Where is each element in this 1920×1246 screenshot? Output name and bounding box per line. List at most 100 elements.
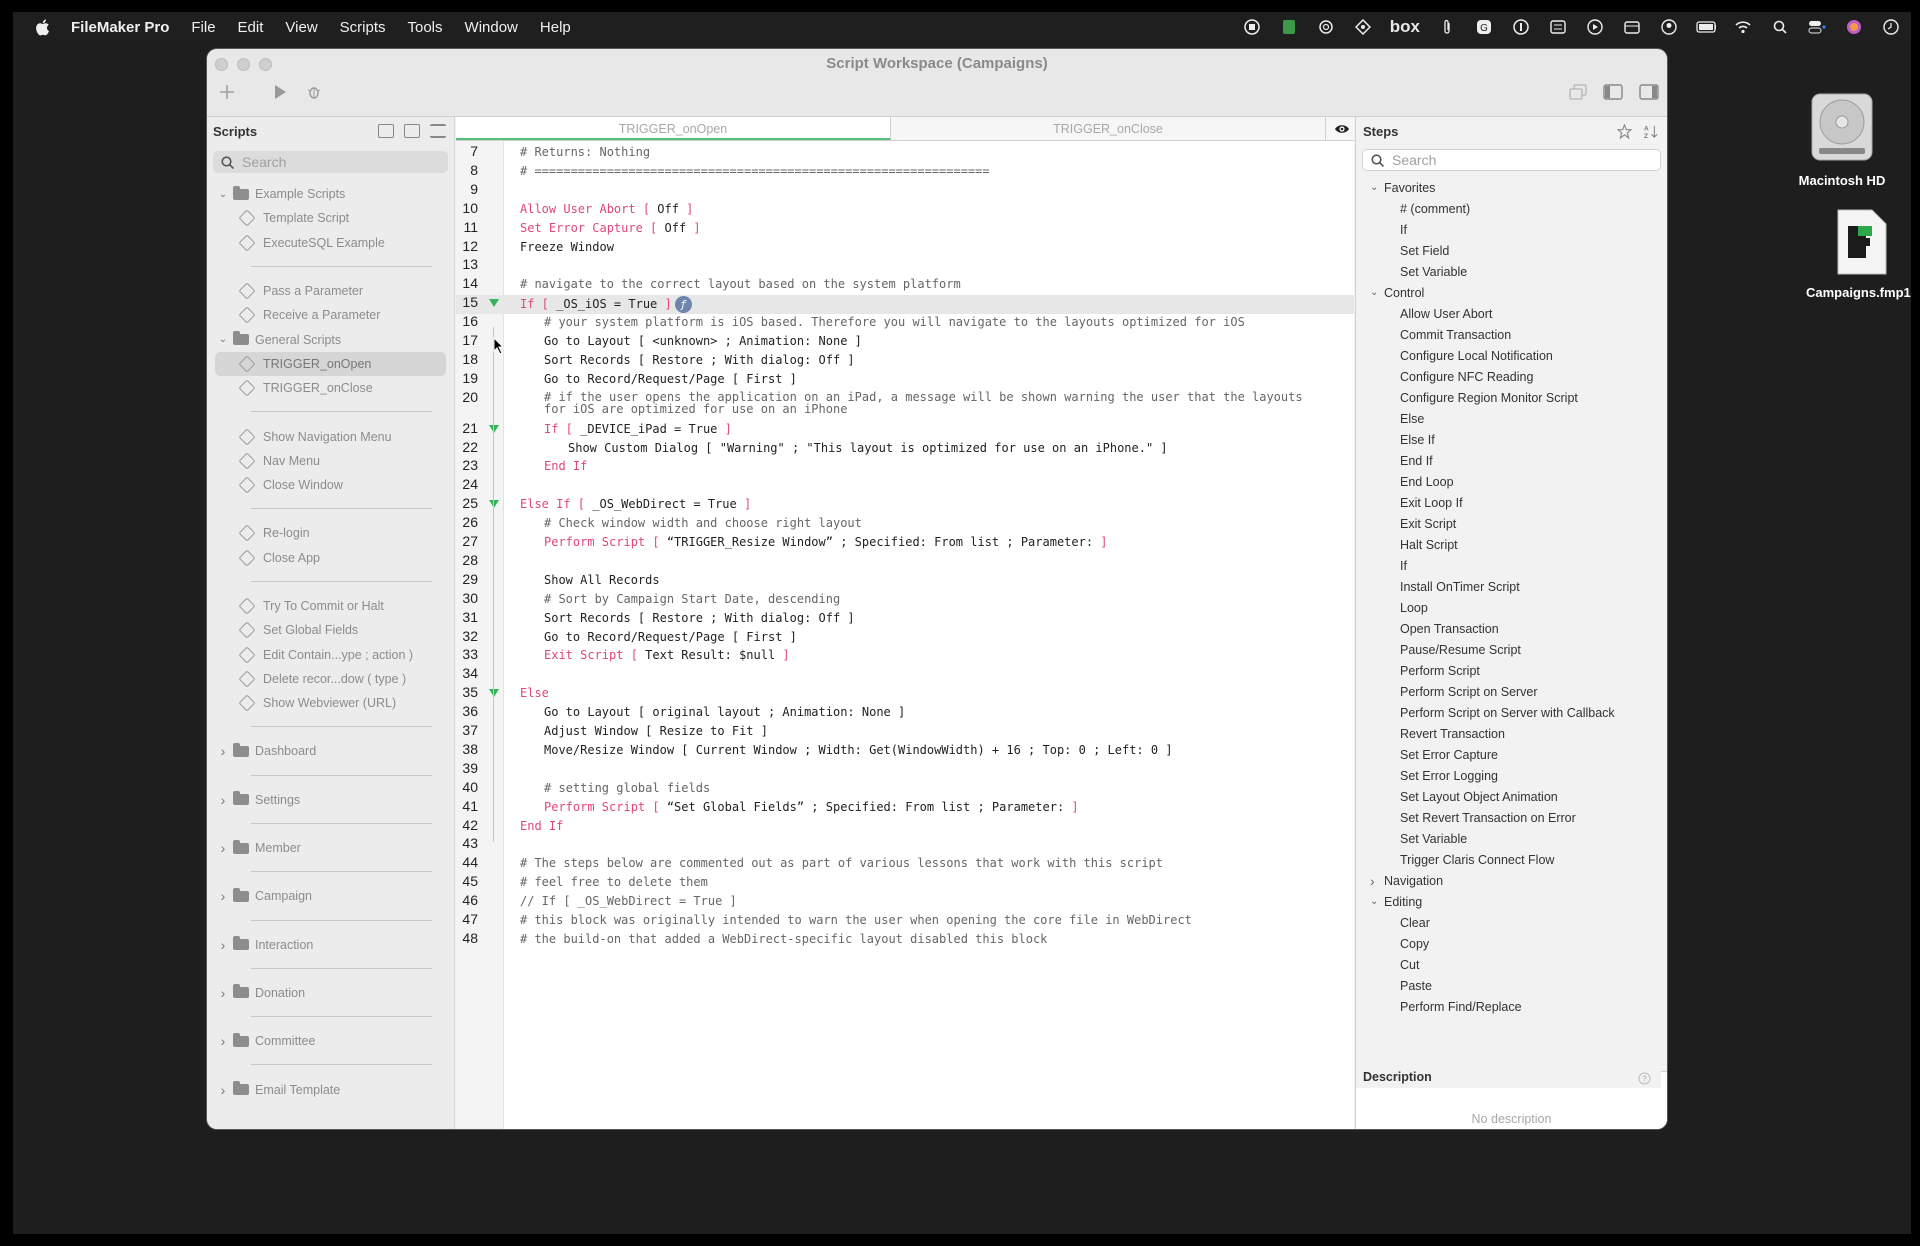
chevron-right-icon[interactable]: › [217, 1033, 229, 1049]
step-category[interactable]: ⌄ Favorites [1356, 177, 1667, 198]
step-item[interactable]: Revert Transaction [1356, 723, 1667, 744]
step-item[interactable]: Trigger Claris Connect Flow [1356, 849, 1667, 870]
disclosure-triangle-icon[interactable] [489, 424, 499, 433]
code-line[interactable]: 32 Go to Record/Request/Page [ First ] [456, 628, 1354, 648]
function-badge-icon[interactable]: ƒ [674, 296, 692, 314]
script-folder[interactable]: › Dashboard [207, 739, 454, 763]
code-line[interactable]: 47 # this block was originally intended t… [456, 911, 1354, 931]
script-item[interactable]: Template Script [207, 206, 454, 230]
step-item[interactable]: Paste [1356, 975, 1667, 996]
step-item[interactable]: Perform Script on Server [1356, 681, 1667, 702]
script-item[interactable]: Pass a Parameter [207, 279, 454, 303]
battery-icon[interactable] [1696, 18, 1716, 36]
script-item[interactable]: ExecuteSQL Example [207, 231, 454, 255]
step-item[interactable]: Commit Transaction [1356, 324, 1667, 345]
menu-window[interactable]: Window [465, 19, 518, 36]
code-line[interactable]: 23 End If [456, 457, 1354, 477]
code-line[interactable]: 20 # if the user opens the application on… [456, 389, 1354, 421]
step-item[interactable]: Perform Script [1356, 660, 1667, 681]
code-line[interactable]: 30 # Sort by Campaign Start Date, descend… [456, 590, 1354, 610]
script-folder[interactable]: › Settings [207, 788, 454, 812]
code-line[interactable]: 13 [456, 256, 1354, 276]
calendar-icon[interactable] [1622, 18, 1642, 36]
play-circle-icon[interactable] [1585, 18, 1605, 36]
clock-icon[interactable] [1881, 18, 1901, 36]
step-item[interactable]: Clear [1356, 912, 1667, 933]
step-item[interactable]: End If [1356, 450, 1667, 471]
code-line[interactable]: 27 Perform Script [ “TRIGGER_Resize Windo… [456, 533, 1354, 553]
keyboard-app-icon[interactable] [1548, 18, 1568, 36]
step-item[interactable]: Perform Find/Replace [1356, 996, 1667, 1017]
code-line[interactable]: 24 [456, 476, 1354, 496]
list-options-icon[interactable] [430, 124, 446, 138]
menu-tools[interactable]: Tools [408, 19, 443, 36]
menu-edit[interactable]: Edit [238, 19, 264, 36]
code-line[interactable]: 43 [456, 835, 1354, 855]
help-icon[interactable]: ? [1638, 1072, 1651, 1085]
chevron-right-icon[interactable]: › [217, 888, 229, 904]
menu-view[interactable]: View [285, 19, 317, 36]
chevron-right-icon[interactable]: › [1370, 873, 1384, 889]
step-item[interactable]: Open Transaction [1356, 618, 1667, 639]
menu-file[interactable]: File [191, 19, 215, 36]
step-item[interactable]: Allow User Abort [1356, 303, 1667, 324]
code-line[interactable]: 28 [456, 552, 1354, 572]
chevron-right-icon[interactable]: › [217, 1082, 229, 1098]
siri-icon[interactable] [1844, 18, 1864, 36]
apple-menu-icon[interactable] [31, 16, 53, 38]
step-item[interactable]: Install OnTimer Script [1356, 576, 1667, 597]
code-line[interactable]: 45 # feel free to delete them [456, 873, 1354, 893]
sort-az-icon[interactable]: AZ [1644, 124, 1659, 139]
code-line[interactable]: 33 Exit Script [ Text Result: $null ] [456, 646, 1354, 666]
step-item[interactable]: Else If [1356, 429, 1667, 450]
code-line[interactable]: 46 // If [ _OS_WebDirect = True ] [456, 892, 1354, 912]
step-item[interactable]: Loop [1356, 597, 1667, 618]
step-item[interactable]: Perform Script on Server with Callback [1356, 702, 1667, 723]
chevron-right-icon[interactable]: › [217, 792, 229, 808]
step-item[interactable]: Set Variable [1356, 261, 1667, 282]
script-item[interactable]: Delete recor...dow ( type ) [207, 667, 454, 691]
script-folder[interactable]: › Donation [207, 981, 454, 1005]
script-item[interactable]: Set Global Fields [207, 618, 454, 642]
star-favorite-icon[interactable] [1617, 123, 1632, 139]
code-line[interactable]: 29 Show All Records [456, 571, 1354, 591]
step-item[interactable]: Halt Script [1356, 534, 1667, 555]
menu-scripts[interactable]: Scripts [340, 19, 386, 36]
chevron-right-icon[interactable]: › [217, 743, 229, 759]
chevron-down-icon[interactable]: ⌄ [217, 334, 229, 345]
script-item[interactable]: TRIGGER_onOpen [215, 351, 446, 377]
box-icon[interactable]: box [1390, 17, 1420, 36]
step-item[interactable]: Set Layout Object Animation [1356, 786, 1667, 807]
step-item[interactable]: Set Field [1356, 240, 1667, 261]
grammarly-icon[interactable]: G [1474, 18, 1494, 36]
code-line[interactable]: 41 Perform Script [ “Set Global Fields” ;… [456, 798, 1354, 818]
wifi-icon[interactable] [1733, 18, 1753, 36]
script-item[interactable]: Try To Commit or Halt [207, 594, 454, 618]
new-folder-icon[interactable] [404, 124, 420, 138]
chevron-right-icon[interactable]: › [217, 840, 229, 856]
step-item[interactable]: Copy [1356, 933, 1667, 954]
tab-trigger-onopen[interactable]: TRIGGER_onOpen [456, 117, 891, 140]
steps-search-input[interactable]: Search [1362, 149, 1661, 171]
code-line[interactable]: 38 Move/Resize Window [ Current Window ; … [456, 741, 1354, 761]
copy-layers-icon[interactable] [1565, 79, 1591, 105]
diamond-app-icon[interactable] [1353, 18, 1373, 36]
step-category[interactable]: ⌄ Control [1356, 282, 1667, 303]
code-line[interactable]: 48 # the build-on that added a WebDirect-… [456, 930, 1354, 950]
script-folder[interactable]: › Campaign [207, 884, 454, 908]
chevron-down-icon[interactable]: ⌄ [1370, 896, 1384, 907]
step-category[interactable]: › Navigation [1356, 870, 1667, 891]
script-folder[interactable]: › Email Template [207, 1077, 454, 1101]
disclosure-triangle-icon[interactable] [489, 500, 499, 509]
code-line[interactable]: 39 [456, 760, 1354, 780]
desktop-icon-macintosh-hd[interactable]: Macintosh HD [1772, 90, 1911, 188]
menu-help[interactable]: Help [540, 19, 571, 36]
scripts-search-input[interactable]: Search [213, 151, 448, 173]
code-line[interactable]: 25 Else If [ _OS_WebDirect = True ] [456, 495, 1354, 515]
openai-icon[interactable] [1316, 18, 1336, 36]
onepassword-icon[interactable] [1511, 18, 1531, 36]
code-line[interactable]: 16 # your system platform is iOS based. T… [456, 313, 1354, 333]
toggle-right-pane-button[interactable] [1636, 79, 1662, 105]
chevron-down-icon[interactable]: ⌄ [217, 189, 229, 200]
code-line[interactable]: 36 Go to Layout [ original layout ; Anima… [456, 703, 1354, 723]
